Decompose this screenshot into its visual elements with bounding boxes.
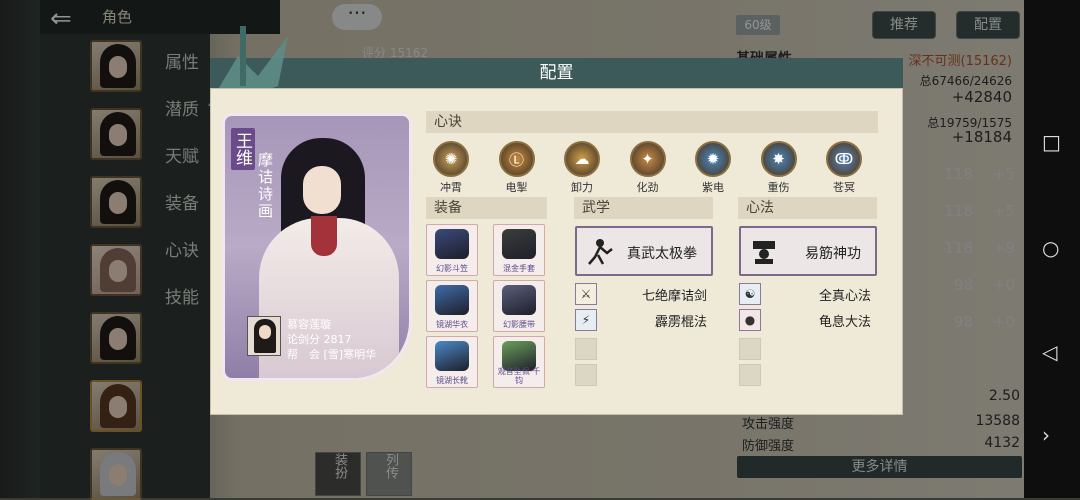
xinjue-skill-label: 苍冥 xyxy=(833,181,855,194)
xinjue-skill-label: 冲霄 xyxy=(440,181,462,194)
xinjue-skill[interactable]: Ⓛ 电掣 xyxy=(494,141,540,195)
xinfa-skill-label: 龟息大法 xyxy=(818,315,871,330)
character-title: 摩诘诗画 xyxy=(256,152,274,220)
xinjue-skill[interactable]: ↂ 苍冥 xyxy=(821,141,867,195)
wuxue-skill[interactable]: ⚔ 七绝摩诘剑 xyxy=(575,283,707,305)
xinjue-skill-label: 卸力 xyxy=(571,181,593,194)
owner-guild: 帮 会 [雪]寒明华 xyxy=(287,348,377,361)
modal-title: 配置 xyxy=(210,58,903,88)
equipment-icon xyxy=(502,229,536,259)
home-icon[interactable]: ○ xyxy=(1042,236,1059,260)
wuxue-skill[interactable]: ⚡ 霹雳棍法 xyxy=(575,309,707,331)
meditation-icon xyxy=(753,241,775,264)
xinjue-skill[interactable]: ✹ 紫电 xyxy=(690,141,736,195)
xinjue-skill[interactable]: ✺ 冲霄 xyxy=(428,141,474,195)
wuxue-skill-label: 七绝摩诘剑 xyxy=(641,289,707,304)
xinjue-skill[interactable]: ✸ 重伤 xyxy=(756,141,802,195)
xinjue-skill-label: 紫电 xyxy=(702,181,724,194)
recent-apps-icon[interactable]: □ xyxy=(1042,130,1061,154)
system-navbar: □ ○ ◁ › xyxy=(1024,0,1080,498)
xinjue-skill-icon: ↂ xyxy=(826,141,862,177)
character-collar xyxy=(311,216,337,256)
equipment-slot[interactable]: 幻影腰带 xyxy=(493,280,545,332)
wuxue-main-skill[interactable]: 真武太极拳 xyxy=(575,226,713,276)
character-face xyxy=(303,166,341,214)
equipment-label: 镜湖华衣 xyxy=(436,320,468,329)
character-name: 王维 xyxy=(231,128,255,170)
xinfa-main-skill[interactable]: 易筋神功 xyxy=(739,226,877,276)
xinjue-skill-icon: ✦ xyxy=(629,141,666,177)
equipment-label: 观音坠佩·千钧 xyxy=(497,367,541,385)
martial-figure-icon xyxy=(588,239,613,265)
xinfa-skill-icon: ☯ xyxy=(739,283,761,305)
equipment-slot[interactable]: 观音坠佩·千钧 xyxy=(493,336,545,388)
owner-avatar xyxy=(247,316,281,356)
xinjue-skill[interactable]: ✦ 化劲 xyxy=(625,141,671,195)
character-card: 王维 摩诘诗画 慕容莲璇 论剑分 2817 帮 会 [雪]寒明华 xyxy=(222,113,412,381)
owner-info: 慕容莲璇 论剑分 2817 帮 会 [雪]寒明华 xyxy=(247,316,397,366)
wuxue-main-label: 真武太极拳 xyxy=(627,246,697,262)
staff-skill-icon: ⚡ xyxy=(575,309,597,331)
wuxue-header: 武学 xyxy=(574,197,713,219)
wuxue-skill-label: 霹雳棍法 xyxy=(654,315,707,330)
chevron-right-icon[interactable]: › xyxy=(1042,423,1050,447)
equipment-icon xyxy=(435,229,469,259)
xinfa-main-label: 易筋神功 xyxy=(805,246,861,262)
xinjue-skill-icon: Ⓛ xyxy=(498,141,535,177)
xinfa-skill[interactable]: ● 龟息大法 xyxy=(739,309,871,331)
equipment-icon xyxy=(435,341,469,371)
xinfa-skill[interactable]: ☯ 全真心法 xyxy=(739,283,871,305)
xinjue-skill-icon: ✹ xyxy=(695,141,731,177)
xinjue-skill-label: 重伤 xyxy=(767,181,790,194)
xinjue-skill-label: 电掣 xyxy=(505,181,528,194)
xinjue-skill-icon: ✸ xyxy=(760,141,797,177)
equipment-slot[interactable]: 混金手套 xyxy=(493,224,545,276)
equipment-slot[interactable]: 幻影斗笠 xyxy=(426,224,478,276)
xinjue-header: 心诀 xyxy=(426,111,878,133)
equipment-icon xyxy=(502,285,536,315)
xinjue-skill-icon: ☁ xyxy=(564,141,600,177)
xinfa-header: 心法 xyxy=(738,197,877,219)
turtle-skill-icon: ● xyxy=(739,309,761,331)
owner-score: 论剑分 2817 xyxy=(287,333,352,346)
equipment-label: 混金手套 xyxy=(503,264,535,273)
equipment-label: 幻影腰带 xyxy=(503,320,535,329)
back-icon[interactable]: ◁ xyxy=(1042,340,1057,364)
equip-header: 装备 xyxy=(426,197,547,219)
owner-name: 慕容莲璇 xyxy=(287,318,331,331)
empty-slot[interactable] xyxy=(575,338,597,360)
xinjue-skill[interactable]: ☁ 卸力 xyxy=(559,141,605,195)
equipment-label: 镜湖长靴 xyxy=(436,376,468,385)
sword-skill-icon: ⚔ xyxy=(575,283,597,305)
equipment-slot[interactable]: 镜湖长靴 xyxy=(426,336,478,388)
xinjue-skill-label: 化劲 xyxy=(636,181,659,194)
empty-slot[interactable] xyxy=(575,364,597,386)
equipment-label: 幻影斗笠 xyxy=(436,264,468,273)
xinfa-skill-label: 全真心法 xyxy=(818,289,871,304)
equipment-icon xyxy=(435,285,469,315)
xinjue-skill-icon: ✺ xyxy=(433,141,469,177)
equipment-slot[interactable]: 镜湖华衣 xyxy=(426,280,478,332)
empty-slot[interactable] xyxy=(739,364,761,386)
empty-slot[interactable] xyxy=(739,338,761,360)
